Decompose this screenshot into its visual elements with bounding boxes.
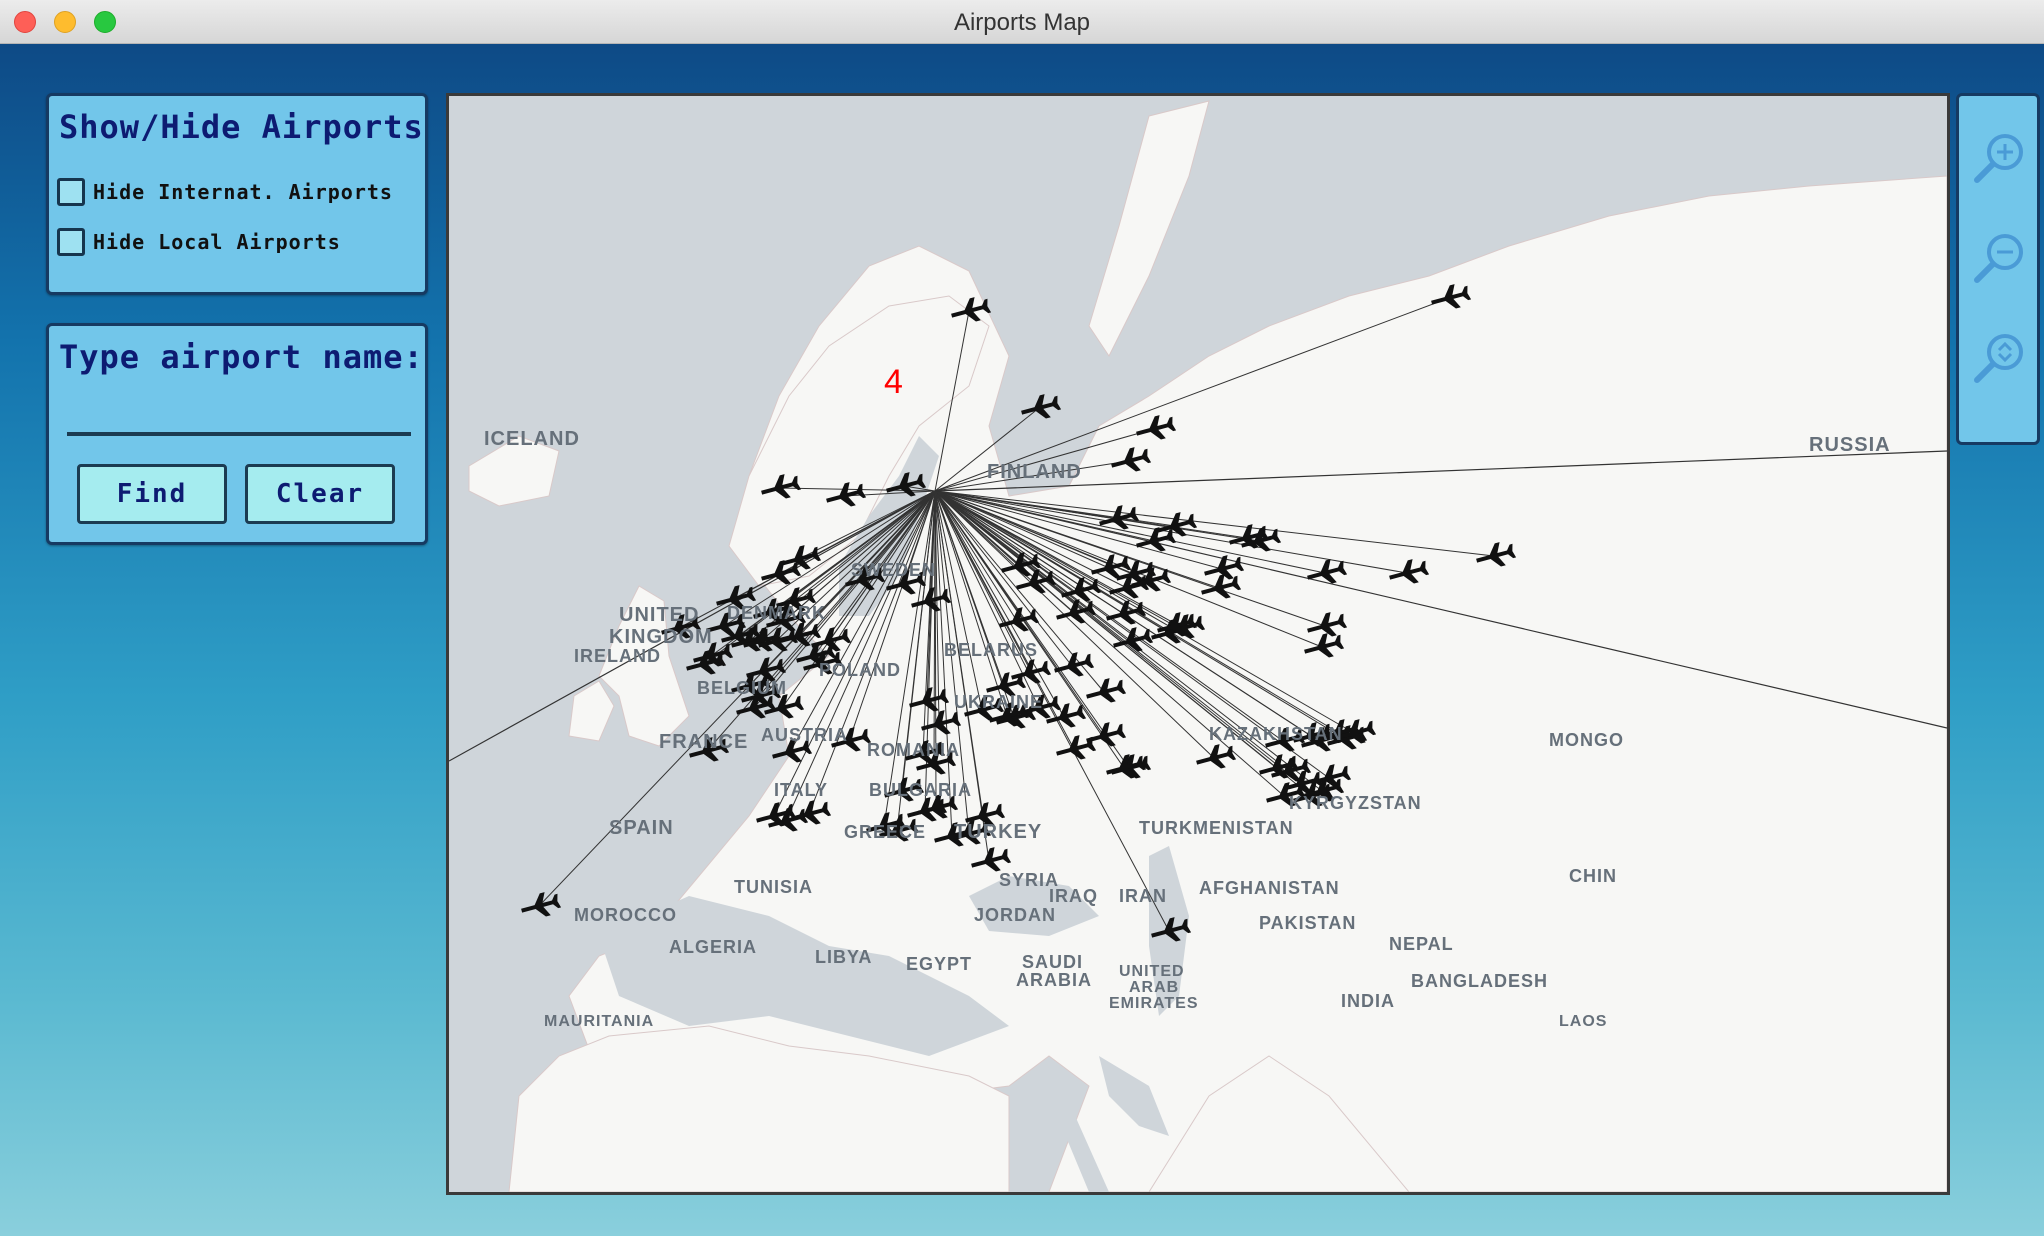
map-label-russia: RUSSIA (1809, 434, 1891, 456)
map-label-bangladesh: BANGLADESH (1411, 971, 1548, 991)
map-label-tunisia: TUNISIA (734, 877, 813, 897)
map-label-turkey: TURKEY (954, 821, 1042, 843)
map-label-jordan: JORDAN (974, 905, 1056, 925)
map-label-egypt: EGYPT (906, 954, 972, 974)
zoom-in-button[interactable] (1967, 126, 2031, 190)
map-label-ukraine: UKRAINE (954, 692, 1043, 712)
map-label-kyrgyzstan: KYRGYZSTAN (1289, 793, 1422, 813)
map-label-uae-3: EMIRATES (1109, 995, 1198, 1012)
show-hide-panel: Show/Hide Airports Hide Internat. Airpor… (46, 93, 428, 295)
zoom-in-icon[interactable] (1967, 126, 2031, 190)
map-label-kingdom: KINGDOM (609, 626, 713, 648)
zoom-out-button[interactable] (1967, 226, 2031, 290)
map-label-india: INDIA (1341, 991, 1395, 1011)
map-label-kazakhstan: KAZAKHSTAN (1209, 724, 1343, 744)
map-label-belarus: BELARUS (944, 640, 1038, 660)
map-label-france: FRANCE (659, 731, 748, 753)
map-label-iraq: IRAQ (1049, 886, 1098, 906)
hide-international-label: Hide Internat. Airports (93, 180, 393, 204)
zoom-reset-icon[interactable] (1967, 326, 2031, 390)
map-label-uae-2: ARAB (1129, 979, 1179, 996)
map-label-pakistan: PAKISTAN (1259, 913, 1356, 933)
map-label-mongolia: MONGO (1549, 730, 1624, 750)
map-label-belgium: BELGIUM (697, 678, 787, 698)
app-content: Show/Hide Airports Hide Internat. Airpor… (0, 44, 2044, 1236)
title-bar: Airports Map (0, 0, 2044, 44)
map-view[interactable]: 4 ICELAND FINLAND RUSSIA SWEDEN UNITED K… (446, 93, 1950, 1195)
map-label-afghanistan: AFGHANISTAN (1199, 878, 1340, 898)
map-label-iran: IRAN (1119, 886, 1167, 906)
search-title: Type airport name: (59, 338, 424, 376)
map-label-bulgaria: BULGARIA (869, 780, 972, 800)
map-label-romania: ROMANIA (867, 740, 960, 760)
map-label-arabia: ARABIA (1016, 970, 1092, 990)
map-canvas[interactable]: 4 ICELAND FINLAND RUSSIA SWEDEN UNITED K… (449, 96, 1947, 1192)
map-label-morocco: MOROCCO (574, 905, 677, 925)
map-label-united: UNITED (619, 604, 699, 626)
checkbox-box[interactable] (57, 178, 85, 206)
hide-local-checkbox[interactable]: Hide Local Airports (57, 226, 341, 258)
map-label-libya: LIBYA (815, 947, 872, 967)
map-label-nepal: NEPAL (1389, 934, 1454, 954)
map-label-ireland: IRELAND (574, 646, 661, 666)
search-panel: Type airport name: Find Clear (46, 323, 428, 545)
map-label-finland: FINLAND (987, 461, 1082, 483)
map-label-spain: SPAIN (609, 817, 674, 839)
map-label-china: CHIN (1569, 866, 1617, 886)
cluster-count-label: 4 (884, 363, 903, 401)
zoom-reset-button[interactable] (1967, 326, 2031, 390)
map-label-algeria: ALGERIA (669, 937, 757, 957)
hide-international-checkbox[interactable]: Hide Internat. Airports (57, 176, 393, 208)
window-title: Airports Map (953, 9, 1091, 36)
clear-button[interactable]: Clear (245, 464, 395, 524)
hide-local-label: Hide Local Airports (93, 230, 341, 254)
map-label-saudi: SAUDI (1022, 952, 1083, 972)
map-label-iceland: ICELAND (484, 428, 580, 450)
zoom-out-icon[interactable] (1967, 226, 2031, 290)
show-hide-title: Show/Hide Airports (59, 108, 424, 146)
map-label-uae-1: UNITED (1119, 963, 1185, 980)
map-label-denmark: DENMARK (727, 603, 826, 623)
map-label-italy: ITALY (774, 780, 828, 800)
map-label-sweden: SWEDEN (851, 560, 936, 580)
map-label-turkmenistan: TURKMENISTAN (1139, 818, 1294, 838)
map-label-greece: GREECE (844, 822, 926, 842)
airport-name-input[interactable] (67, 400, 411, 436)
map-label-austria: AUSTRIA (761, 725, 848, 745)
map-label-mauritania: MAURITANIA (544, 1013, 654, 1030)
checkbox-box[interactable] (57, 228, 85, 256)
zoom-panel (1956, 93, 2040, 445)
map-label-poland: POLAND (819, 660, 901, 680)
find-button[interactable]: Find (77, 464, 227, 524)
map-label-laos: LAOS (1559, 1013, 1607, 1030)
